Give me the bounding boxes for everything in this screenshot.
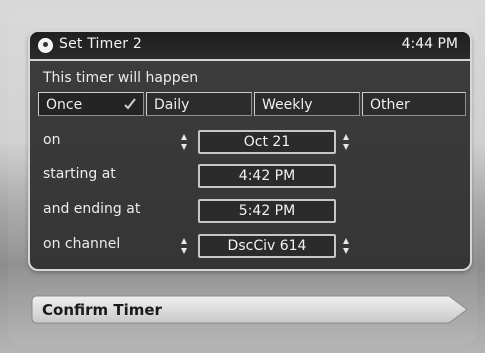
channel-prev-arrow-icon[interactable] xyxy=(180,237,188,255)
tab-daily-label: Daily xyxy=(154,97,190,113)
tab-other-label: Other xyxy=(370,97,410,113)
channel-field[interactable]: DscCiv 614 xyxy=(198,234,336,258)
tab-once[interactable]: Once xyxy=(38,92,144,116)
channel-next-arrow-icon[interactable] xyxy=(342,237,350,255)
tab-other[interactable]: Other xyxy=(362,92,466,116)
end-time-field[interactable]: 5:42 PM xyxy=(198,199,336,223)
timer-prompt-text: This timer will happen xyxy=(43,70,199,86)
tab-weekly[interactable]: Weekly xyxy=(254,92,360,116)
start-time-label: starting at xyxy=(43,166,116,182)
frequency-tabs: Once Daily Weekly Other xyxy=(38,92,466,118)
date-next-arrow-icon[interactable] xyxy=(342,133,350,151)
confirm-timer-button[interactable]: Confirm Timer xyxy=(31,295,469,324)
date-field[interactable]: Oct 21 xyxy=(198,130,336,154)
tab-weekly-label: Weekly xyxy=(262,97,313,113)
dialog-title-bar: Set Timer 2 4:44 PM xyxy=(30,32,470,61)
clock-display: 4:44 PM xyxy=(401,36,458,52)
tab-once-label: Once xyxy=(46,97,83,113)
end-time-label: and ending at xyxy=(43,201,141,217)
confirm-timer-label: Confirm Timer xyxy=(42,301,162,319)
check-icon xyxy=(124,98,136,110)
start-time-field[interactable]: 4:42 PM xyxy=(198,164,336,188)
date-label: on xyxy=(43,132,61,148)
dialog-title: Set Timer 2 xyxy=(59,36,143,52)
app-icon xyxy=(38,38,53,53)
channel-label: on channel xyxy=(43,236,121,252)
set-timer-dialog: Set Timer 2 4:44 PM This timer will happ… xyxy=(28,30,472,271)
date-prev-arrow-icon[interactable] xyxy=(180,133,188,151)
tab-daily[interactable]: Daily xyxy=(146,92,252,116)
